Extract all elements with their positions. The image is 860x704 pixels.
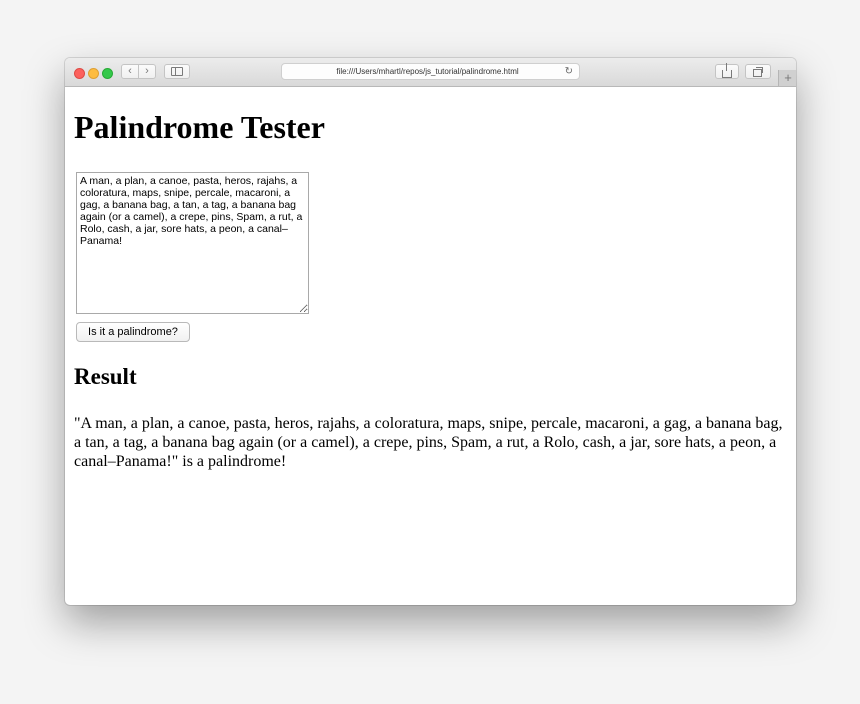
check-palindrome-button[interactable]: Is it a palindrome? bbox=[76, 322, 190, 342]
url-text: file:///Users/mhartl/repos/js_tutorial/p… bbox=[336, 67, 519, 76]
result-text: "A man, a plan, a canoe, pasta, heros, r… bbox=[74, 415, 783, 470]
close-window-button[interactable] bbox=[74, 68, 85, 79]
page-content: Palindrome Tester A man, a plan, a canoe… bbox=[65, 87, 796, 605]
browser-window: ‹ › file:///Users/mhartl/repos/js_tutori… bbox=[65, 58, 796, 605]
show-tabs-button[interactable] bbox=[745, 64, 771, 79]
address-bar[interactable]: file:///Users/mhartl/repos/js_tutorial/p… bbox=[281, 63, 580, 80]
tabs-icon bbox=[752, 66, 763, 77]
show-sidebar-button[interactable] bbox=[164, 64, 190, 79]
share-icon bbox=[722, 62, 732, 78]
back-button[interactable]: ‹ bbox=[121, 64, 139, 79]
new-tab-button[interactable]: + bbox=[778, 70, 796, 86]
browser-toolbar: ‹ › file:///Users/mhartl/repos/js_tutori… bbox=[65, 58, 796, 87]
chevron-right-icon: › bbox=[145, 65, 149, 77]
share-button[interactable] bbox=[715, 62, 739, 79]
page-title: Palindrome Tester bbox=[74, 109, 325, 145]
minimize-window-button[interactable] bbox=[88, 68, 99, 79]
reload-icon[interactable]: ↻ bbox=[565, 64, 573, 79]
result-heading: Result bbox=[74, 364, 137, 389]
forward-button[interactable]: › bbox=[138, 64, 156, 79]
sidebar-icon bbox=[171, 67, 183, 76]
phrase-textarea[interactable]: A man, a plan, a canoe, pasta, heros, ra… bbox=[76, 172, 309, 314]
chevron-left-icon: ‹ bbox=[128, 65, 132, 77]
zoom-window-button[interactable] bbox=[102, 68, 113, 79]
